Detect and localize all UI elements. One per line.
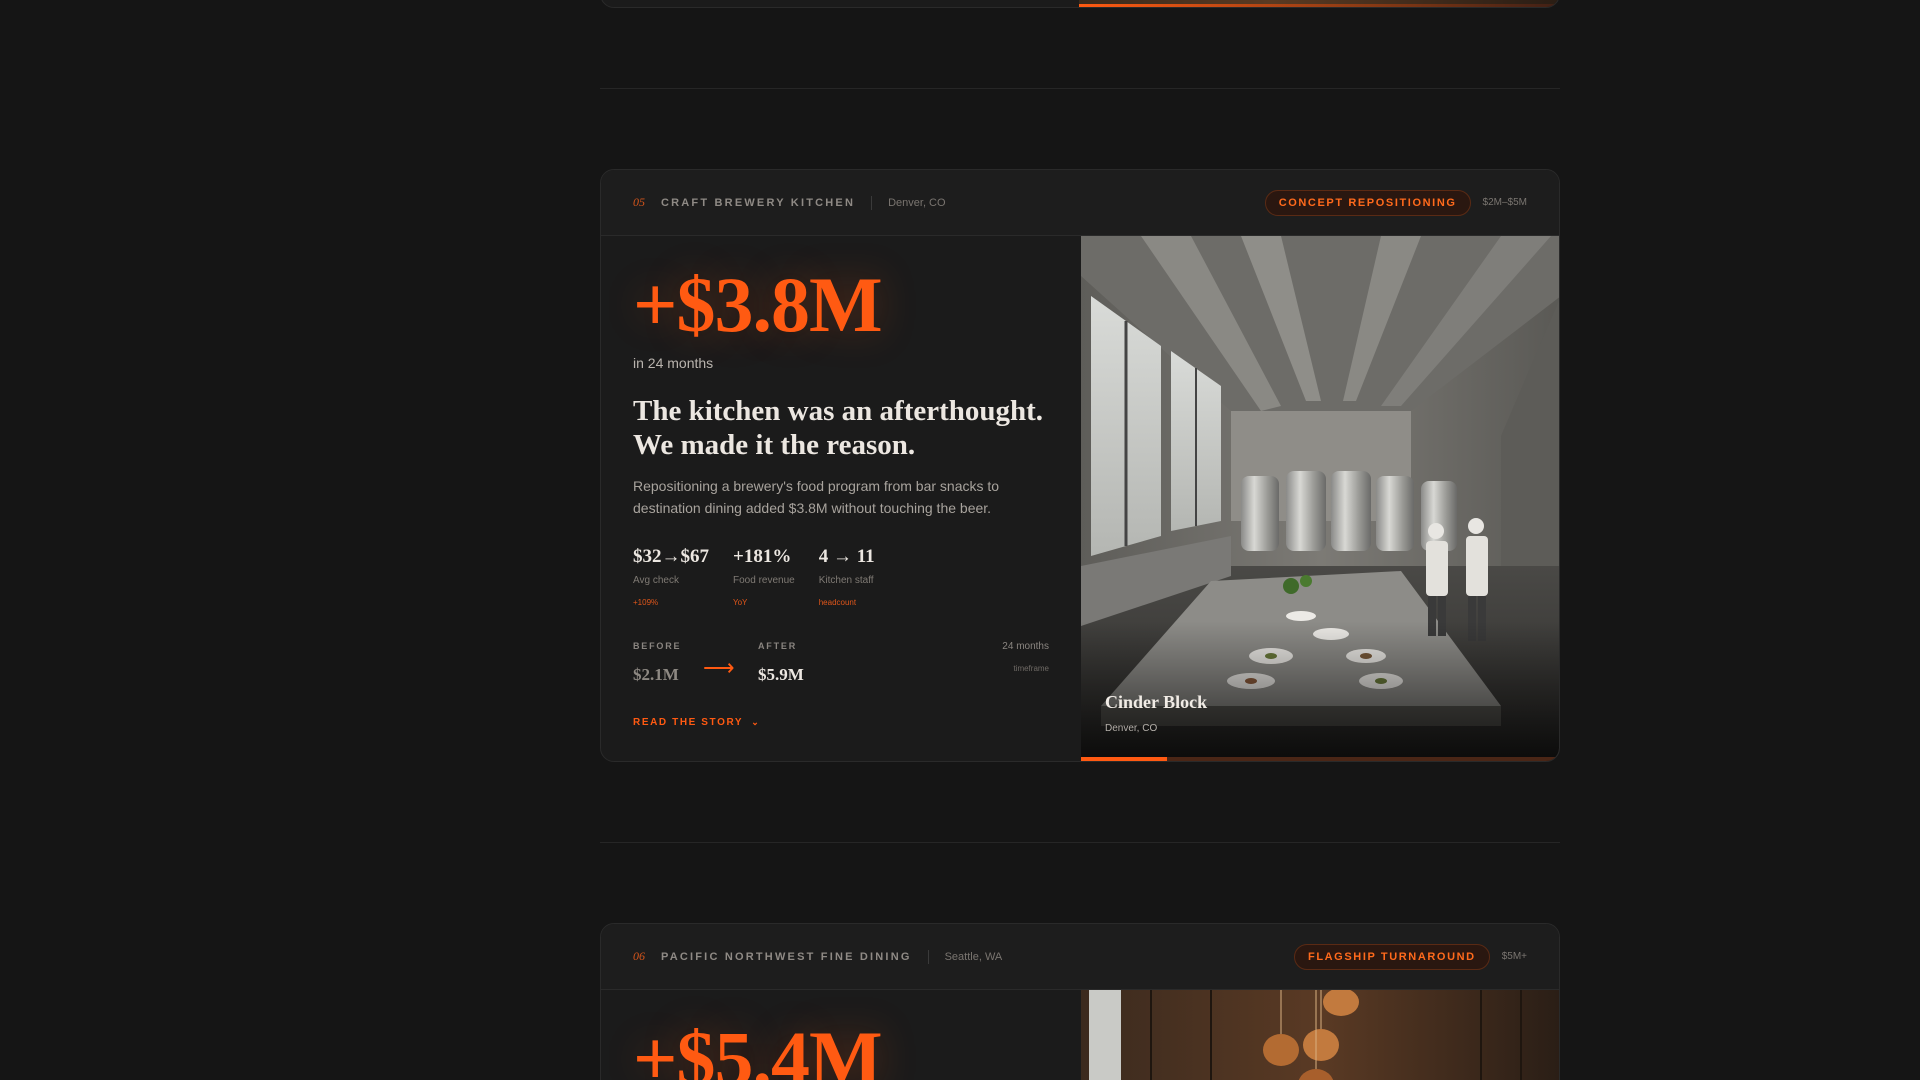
case-location: Denver, CO [888,196,946,209]
before-label: BEFORE [633,641,682,651]
metric-label: Food revenue [733,575,795,586]
case-number: 05 [633,195,645,209]
read-story-label: READ THE STORY [633,717,744,728]
case-type-tag: CONCEPT REPOSITIONING [1264,189,1471,216]
image-subtitle: Denver, CO [1105,723,1158,734]
section-divider [600,842,1560,843]
metric-label: Kitchen staff [818,575,874,586]
headline-line-1: The kitchen was an afterthought. [633,395,1044,427]
case-content: +$3.8M in 24 months The kitchen was an a… [601,236,1081,761]
metric-sub: headcount [818,598,857,607]
image-gradient-overlay [1081,621,1559,761]
timeframe-block: 24 months timeframe [1002,641,1049,673]
revenue-gain: +$3.8M [633,261,883,348]
timeframe-value: 24 months [1002,641,1049,652]
image-progress-fill [1081,757,1168,761]
section-divider [600,88,1560,89]
gain-period: in 24 months [633,355,714,371]
case-headline: The kitchen was an afterthought. We made… [633,394,1063,462]
timeframe-label: timeframe [1013,664,1049,673]
case-card: 05 CRAFT BREWERY KITCHEN Denver, CO CONC… [600,169,1560,762]
long-right-arrow-icon: ⟶ [703,655,735,680]
after-label: AFTER [758,641,797,651]
case-image: Cinder Block Denver, CO [1081,236,1559,761]
metric-food-revenue: +181% Food revenue YoY [733,546,795,607]
header-separator [871,195,873,210]
case-category: CRAFT BREWERY KITCHEN [661,196,856,209]
metric-label: Avg check [633,575,679,586]
metrics-row: $32→$67 Avg check +109% +181% Food reven… [633,546,899,607]
case-content: +$5.4M [601,990,1081,1080]
metric-sub: YoY [733,598,748,607]
case-category: PACIFIC NORTHWEST FINE DINING [661,950,912,963]
case-image [1081,990,1559,1080]
before-block: BEFORE $2.1M [633,641,681,685]
metric-kitchen-staff: 4 → 11 Kitchen staff headcount [819,546,875,607]
image-title: Cinder Block [1105,692,1208,712]
after-value: $5.9M [758,665,804,684]
before-value: $2.1M [633,665,679,684]
case-card-header: 05 CRAFT BREWERY KITCHEN Denver, CO CONC… [601,170,1559,236]
header-separator [927,949,929,964]
case-card-header: 06 PACIFIC NORTHWEST FINE DINING Seattle… [601,924,1559,990]
metric-value: 4 → 11 [818,546,875,567]
chevron-down-icon: ⌄ [751,717,761,727]
case-type-tag: FLAGSHIP TURNAROUND [1294,943,1490,970]
revenue-gain: +$5.4M [633,1015,883,1080]
metric-sub: +109% [633,598,659,607]
dining-room-photo [1081,990,1559,1080]
before-after-comparison: BEFORE $2.1M ⟶ AFTER $5.9M 24 months tim… [633,641,1049,691]
revenue-range: $2M–$5M [1482,197,1527,208]
read-story-button[interactable]: READ THE STORY ⌄ [633,717,760,728]
after-block: AFTER $5.9M [758,641,804,685]
image-progress-track [1081,757,1559,761]
case-studies-page: 05 CRAFT BREWERY KITCHEN Denver, CO CONC… [0,0,1920,1080]
previous-case-card [600,0,1560,8]
case-card: 06 PACIFIC NORTHWEST FINE DINING Seattle… [600,923,1560,1080]
metric-avg-check: $32→$67 Avg check +109% [633,546,709,607]
headline-line-2: We made it the reason. [633,429,916,461]
metric-value: +181% [733,546,792,567]
case-number: 06 [633,949,645,963]
metric-value: $32→$67 [633,546,709,567]
revenue-range: $5M+ [1501,951,1527,962]
case-location: Seattle, WA [944,950,1003,963]
case-description: Repositioning a brewery's food program f… [633,478,1000,516]
previous-case-progress [1079,4,1559,7]
